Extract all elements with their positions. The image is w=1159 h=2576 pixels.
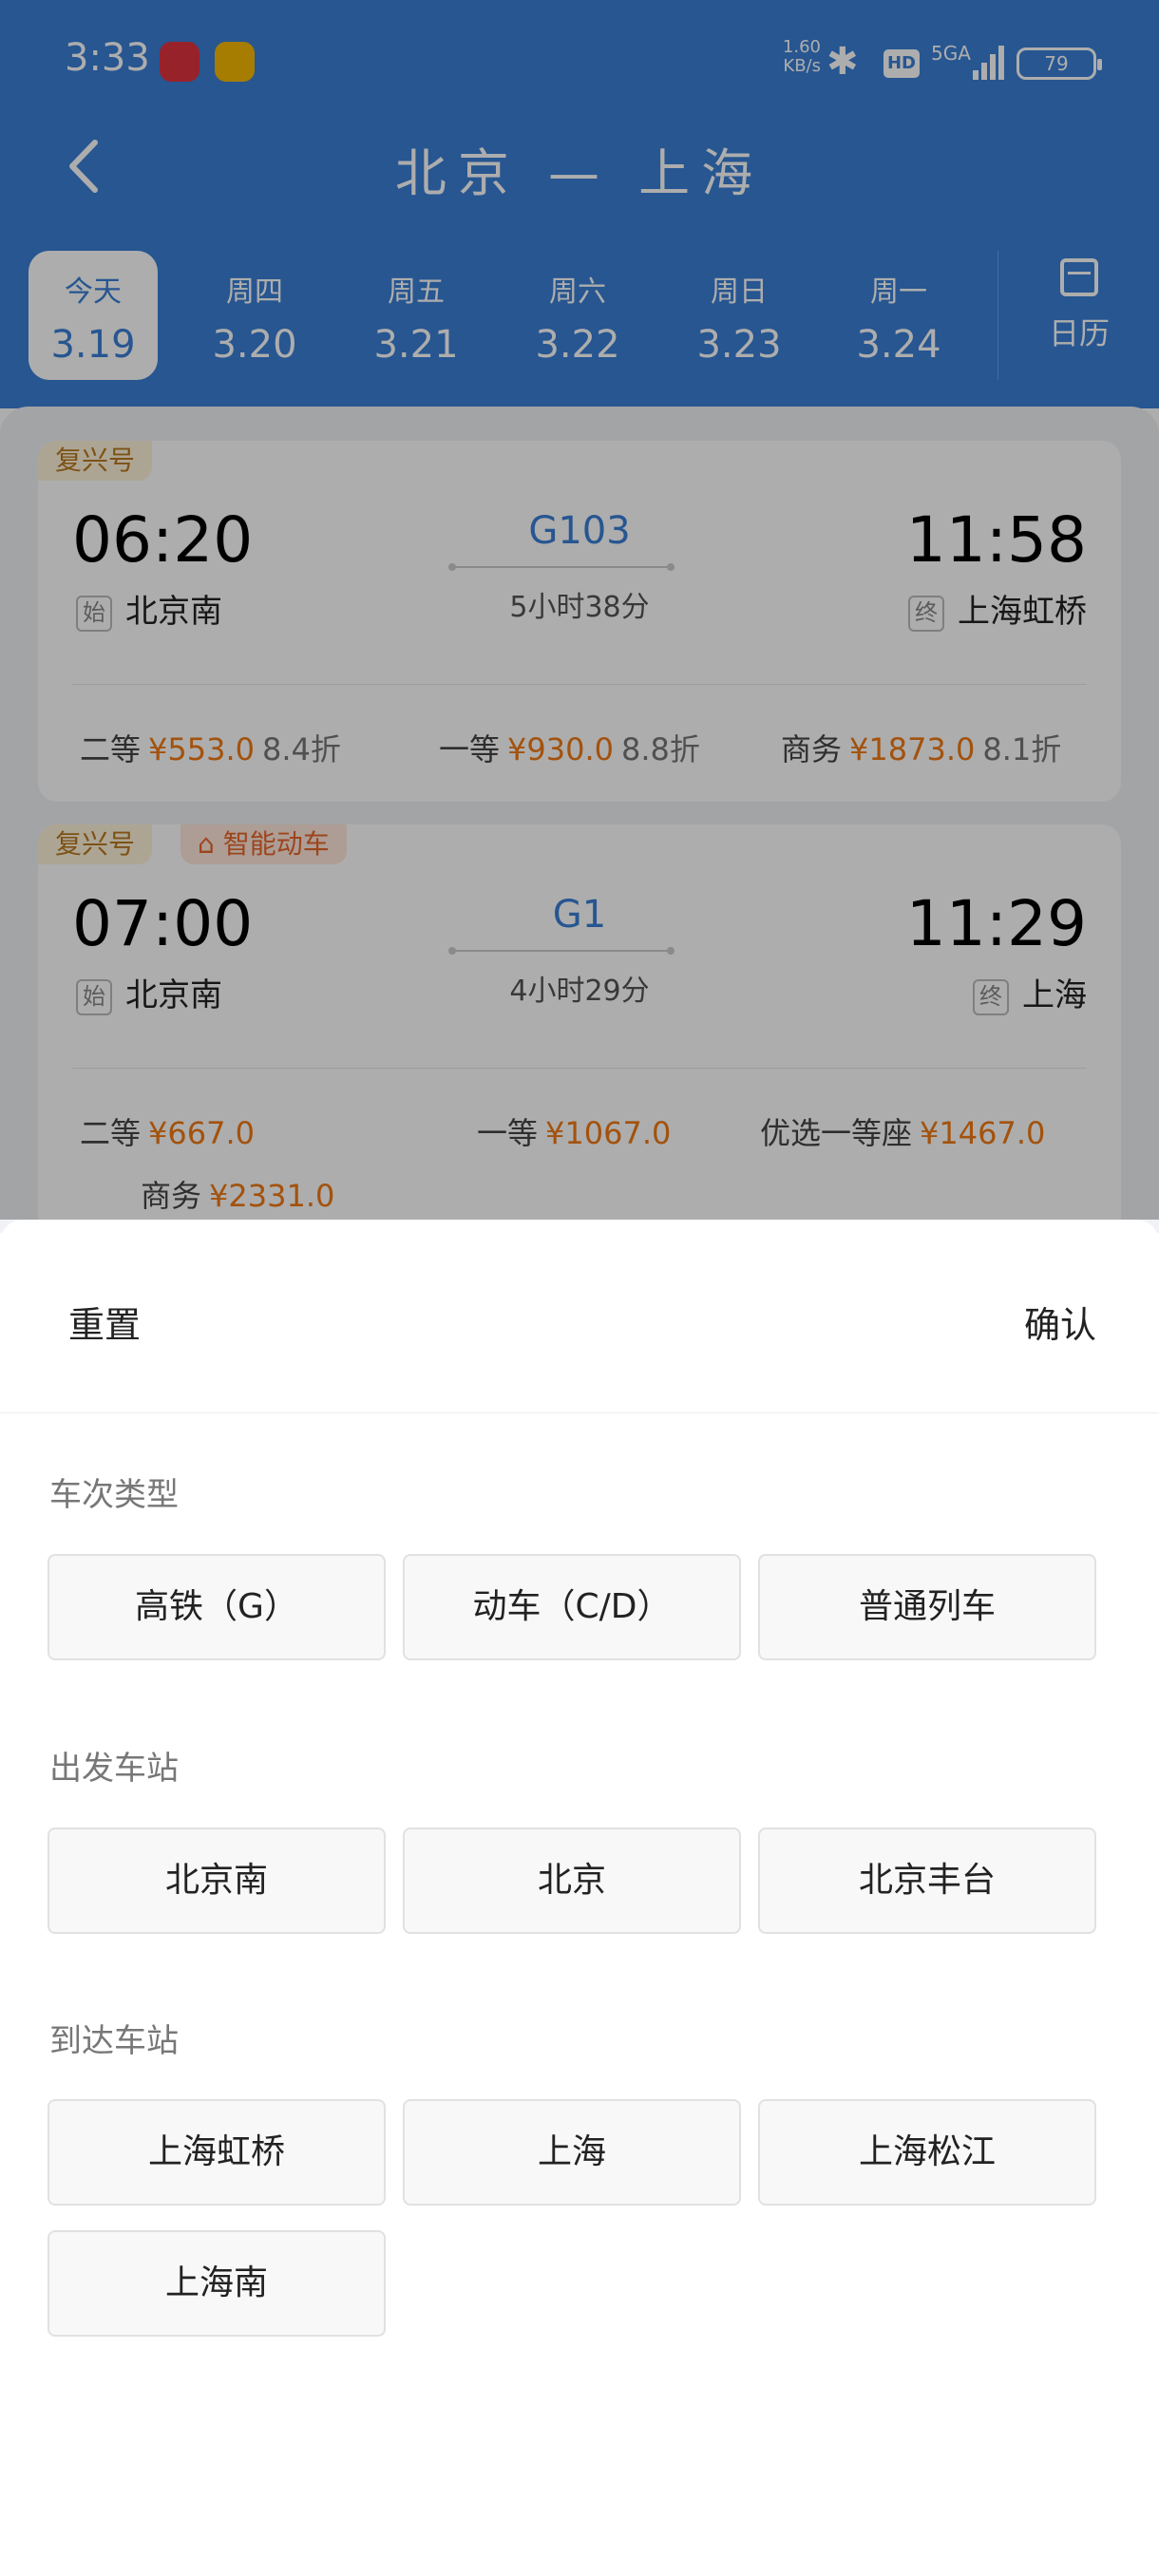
arrival-station-option[interactable]: 上海松江 — [758, 2099, 1096, 2206]
arrival-station-option[interactable]: 上海虹桥 — [48, 2099, 386, 2206]
departure-station-option[interactable]: 北京南 — [48, 1828, 386, 1934]
departure-station-option[interactable]: 北京 — [403, 1828, 741, 1934]
section-title-departure-station: 出发车站 — [49, 1750, 179, 1788]
modal-backdrop[interactable] — [0, 0, 1159, 1220]
filter-sheet: 重置 确认 车次类型 高铁（G） 动车（C/D） 普通列车 出发车站 北京南 北… — [0, 1220, 1159, 2576]
confirm-button[interactable]: 确认 — [1024, 1296, 1096, 1348]
train-type-option[interactable]: 高铁（G） — [48, 1554, 386, 1660]
departure-station-option[interactable]: 北京丰台 — [758, 1828, 1096, 1934]
train-type-option[interactable]: 普通列车 — [758, 1554, 1096, 1660]
train-type-option[interactable]: 动车（C/D） — [403, 1554, 741, 1660]
arrival-station-option[interactable]: 上海 — [403, 2099, 741, 2206]
section-title-arrival-station: 到达车站 — [49, 2022, 179, 2060]
arrival-station-option[interactable]: 上海南 — [48, 2230, 386, 2337]
reset-button[interactable]: 重置 — [68, 1296, 141, 1348]
sheet-divider — [0, 1412, 1159, 1413]
section-title-train-type: 车次类型 — [49, 1476, 179, 1514]
